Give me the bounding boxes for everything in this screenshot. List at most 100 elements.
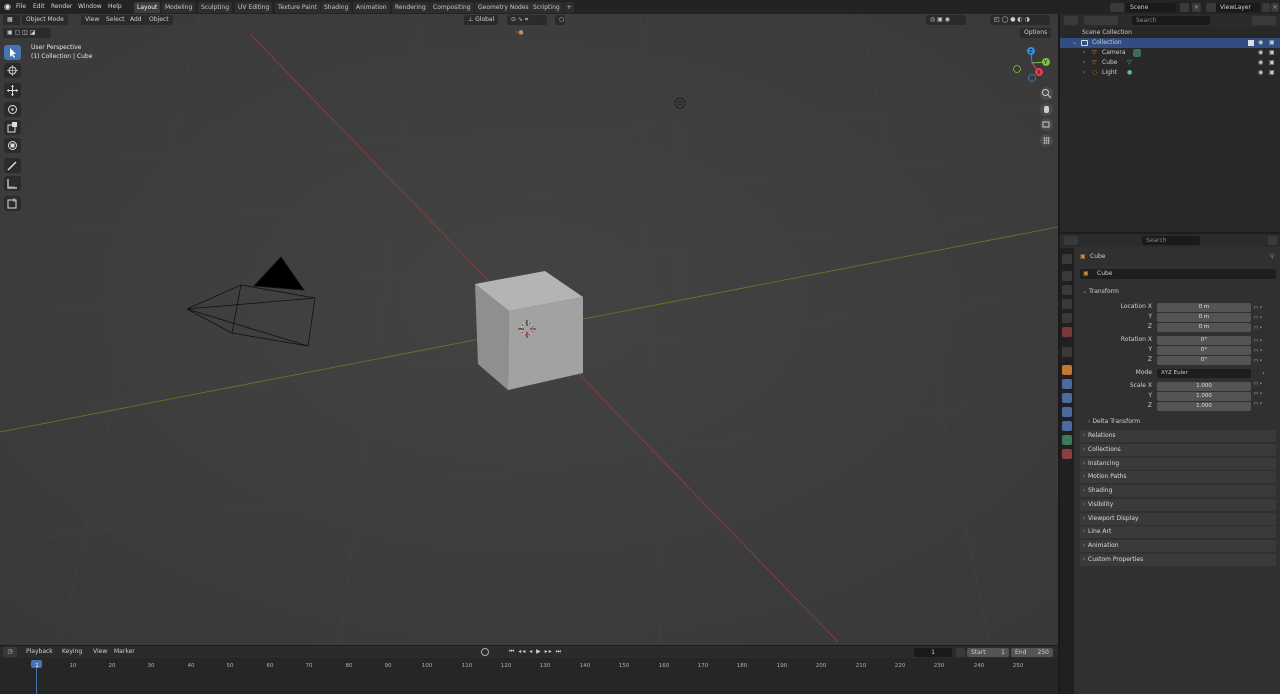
particles-tab-icon[interactable] [1062, 393, 1072, 403]
timeline-panel[interactable]: ◷ Playback Keying View Marker ⏮ ◂◂ ◂ ▶ ▸… [0, 646, 1058, 694]
properties-options-icon[interactable] [1268, 236, 1277, 245]
rotation-x-field[interactable]: 0° [1157, 336, 1251, 345]
lock-icon[interactable]: ⊓ • [1254, 356, 1274, 366]
panel-viewport-display[interactable]: Viewport Display [1080, 513, 1276, 525]
expand-light-icon[interactable]: › [1083, 68, 1085, 78]
outliner-row-scene-collection[interactable]: Scene Collection [1060, 28, 1280, 38]
constraints-tab-icon[interactable] [1062, 421, 1072, 431]
lock-icon[interactable]: ⊓ • [1254, 323, 1274, 333]
measure-tool-icon[interactable] [4, 176, 21, 191]
camera-eye-icon[interactable]: ◉ [1258, 48, 1263, 58]
panel-instancing[interactable]: Instancing [1080, 458, 1276, 470]
pan-hand-icon[interactable] [1040, 103, 1053, 116]
select-box-tool-icon[interactable] [4, 45, 21, 60]
tab-compositing[interactable]: Compositing [430, 2, 474, 13]
delta-transform-subpanel[interactable]: › Delta Transform [1088, 417, 1276, 427]
annotate-tool-icon[interactable] [4, 158, 21, 173]
physics-tab-icon[interactable] [1062, 407, 1072, 417]
view-layer-icon[interactable] [1206, 3, 1216, 12]
outliner-row-camera[interactable]: › ▽ Camera ◉ ▣ [1060, 48, 1280, 58]
current-frame-field[interactable]: 1 [914, 648, 952, 657]
menu-render[interactable]: Render [48, 2, 75, 12]
location-z-field[interactable]: 0 m [1157, 323, 1251, 332]
outliner-row-collection[interactable]: ⌄ Collection ◉ ▣ [1060, 38, 1280, 48]
playback-controls[interactable]: ⏮ ◂◂ ◂ ▶ ▸▸ ⏭ [505, 647, 565, 657]
material-tab-icon[interactable] [1062, 449, 1072, 459]
tab-geometry-nodes[interactable]: Geometry Nodes [475, 2, 532, 13]
transform-orientation-dropdown[interactable]: ⊥ Global [464, 15, 499, 25]
cube-render-icon[interactable]: ▣ [1269, 58, 1275, 68]
panel-motion-paths[interactable]: Motion Paths [1080, 471, 1276, 483]
visibility-eye-icon[interactable]: ◉ [1258, 38, 1263, 48]
light-data-icon[interactable]: ● [1127, 68, 1132, 78]
record-button-icon[interactable] [481, 648, 489, 656]
lock-icon[interactable]: ⊓ • [1254, 313, 1274, 323]
expand-cube-icon[interactable]: › [1083, 58, 1085, 68]
timeline-editor-type-icon[interactable]: ◷ [3, 647, 17, 657]
menu-object[interactable]: Object [145, 15, 173, 25]
timeline-view-menu[interactable]: View [93, 647, 107, 657]
panel-animation[interactable]: Animation [1080, 540, 1276, 552]
expand-collection-icon[interactable]: ⌄ [1072, 38, 1077, 48]
timeline-marker-menu[interactable]: Marker [114, 647, 135, 657]
shading-mode-buttons[interactable]: ◰ ◯ ● ◐ ◑ [990, 15, 1050, 25]
menu-help[interactable]: Help [105, 2, 125, 12]
add-cube-tool-icon[interactable] [4, 196, 21, 211]
outliner-row-cube[interactable]: › ▽ Cube ▽ ◉ ▣ [1060, 58, 1280, 68]
menu-view[interactable]: View [81, 15, 104, 25]
scene-icon[interactable] [1110, 3, 1124, 12]
panel-custom-properties[interactable]: Custom Properties [1080, 554, 1276, 566]
expand-camera-icon[interactable]: › [1083, 48, 1085, 58]
options-button[interactable]: Options [1020, 28, 1052, 38]
preview-range-icon[interactable] [956, 648, 965, 657]
camera-view-icon[interactable] [1040, 118, 1053, 131]
exclude-checkbox[interactable] [1248, 40, 1254, 46]
menu-file[interactable]: File [13, 2, 29, 12]
output-tab-icon[interactable] [1062, 285, 1072, 295]
object-name-field[interactable]: ▣ Cube [1080, 269, 1276, 279]
panel-visibility[interactable]: Visibility [1080, 499, 1276, 511]
delete-scene-icon[interactable]: × [1192, 3, 1201, 12]
rotation-z-field[interactable]: 0° [1157, 356, 1251, 365]
scale-z-field[interactable]: 1.000 [1157, 402, 1251, 411]
tab-rendering[interactable]: Rendering [392, 2, 429, 13]
lock-icon[interactable]: ⊓ • [1254, 379, 1274, 389]
outliner-editor-type-icon[interactable] [1064, 16, 1078, 25]
scale-y-field[interactable]: 1.000 [1157, 392, 1251, 401]
new-view-layer-icon[interactable] [1262, 3, 1270, 12]
panel-relations[interactable]: Relations [1080, 430, 1276, 442]
collection-tab-icon[interactable] [1062, 347, 1072, 357]
location-x-field[interactable]: 0 m [1157, 303, 1251, 312]
ortho-grid-icon[interactable] [1040, 134, 1053, 147]
tab-sculpting[interactable]: Sculpting [198, 2, 233, 13]
modifiers-tab-icon[interactable] [1062, 379, 1072, 389]
light-render-icon[interactable]: ▣ [1269, 68, 1275, 78]
object-tab-icon[interactable] [1062, 365, 1072, 375]
move-tool-icon[interactable] [4, 83, 21, 98]
transform-panel-header[interactable]: ⌄ Transform [1080, 286, 1276, 298]
tab-uv-editing[interactable]: UV Editing [235, 2, 273, 13]
end-frame-field[interactable]: End 250 [1011, 648, 1053, 657]
tab-shading[interactable]: Shading [321, 2, 352, 13]
tab-animation[interactable]: Animation [353, 2, 390, 13]
scale-x-field[interactable]: 1.000 [1157, 382, 1251, 391]
keying-menu[interactable]: Keying [58, 647, 87, 657]
display-mode-icon[interactable] [1084, 16, 1118, 25]
blender-logo-icon[interactable]: ◉ [4, 2, 11, 12]
view-layer-tab-icon[interactable] [1062, 299, 1072, 309]
area-divider[interactable] [1058, 14, 1060, 694]
cursor-tool-icon[interactable] [4, 63, 21, 78]
outliner-search-input[interactable]: Search [1132, 16, 1210, 25]
3d-viewport[interactable]: Z Y X ▦ Object Mode View Select Add Obje… [0, 14, 1058, 645]
proportional-edit-icon[interactable]: ○ [555, 15, 565, 25]
scale-tool-icon[interactable] [4, 120, 21, 135]
cube-eye-icon[interactable]: ◉ [1258, 58, 1263, 68]
menu-select[interactable]: Select [102, 15, 129, 25]
lock-icon[interactable]: ⊓ • [1254, 389, 1274, 399]
tab-scripting[interactable]: Scripting [530, 2, 563, 13]
snap-pivot-controls[interactable]: ⊙ ∿ ⌗ [507, 15, 547, 25]
add-workspace-button[interactable]: + [564, 2, 574, 13]
outliner-row-light[interactable]: › ◌ Light ● ◉ ▣ [1060, 68, 1280, 78]
menu-add[interactable]: Add [126, 15, 146, 25]
mode-selector[interactable]: Object Mode [22, 15, 68, 25]
